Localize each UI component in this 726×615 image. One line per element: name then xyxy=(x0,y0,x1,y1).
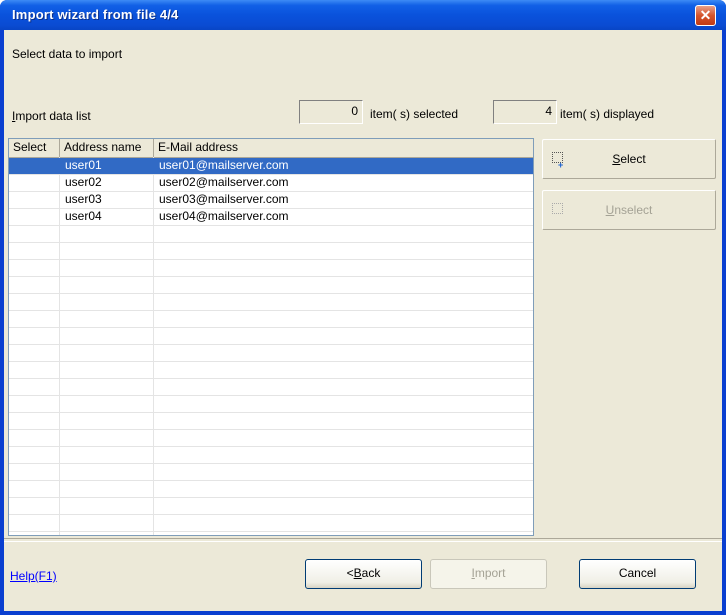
table-row xyxy=(9,379,533,396)
email-cell: user01@mailserver.com xyxy=(159,158,289,172)
column-header-address-name[interactable]: Address name xyxy=(60,139,154,157)
table-row xyxy=(9,515,533,532)
displayed-count-field: 4 xyxy=(493,100,557,124)
back-button-label: <Back xyxy=(346,566,381,580)
table-row[interactable]: user03 user03@mailserver.com xyxy=(9,192,533,209)
footer-divider xyxy=(4,538,722,542)
close-icon[interactable]: ✕ xyxy=(695,5,716,26)
table-row xyxy=(9,260,533,277)
table-row xyxy=(9,294,533,311)
table-row xyxy=(9,226,533,243)
email-cell: user03@mailserver.com xyxy=(159,192,289,206)
table-row xyxy=(9,328,533,345)
column-header-email[interactable]: E-Mail address xyxy=(154,139,533,157)
address-name-cell: user01 xyxy=(65,158,102,172)
help-link[interactable]: Help(F1) xyxy=(10,569,57,583)
window-title: Import wizard from file 4/4 xyxy=(12,7,179,22)
table-row xyxy=(9,362,533,379)
table-row xyxy=(9,430,533,447)
email-cell: user04@mailserver.com xyxy=(159,209,289,223)
address-name-cell: user02 xyxy=(65,175,102,189)
selected-count-label: item( s) selected xyxy=(370,107,459,121)
column-header-select[interactable]: Select xyxy=(9,139,60,157)
address-name-cell: user04 xyxy=(65,209,102,223)
select-button[interactable]: + Select xyxy=(542,139,716,179)
table-row[interactable]: user02 user02@mailserver.com xyxy=(9,175,533,192)
table-row[interactable]: user04 user04@mailserver.com xyxy=(9,209,533,226)
address-name-cell: user03 xyxy=(65,192,102,206)
table-row xyxy=(9,481,533,498)
import-button[interactable]: Import xyxy=(430,559,547,589)
table-row xyxy=(9,447,533,464)
instruction-text: Select data to import xyxy=(12,47,123,61)
table-row xyxy=(9,243,533,260)
table-row xyxy=(9,464,533,481)
table-header: Select Address name E-Mail address xyxy=(9,139,533,158)
displayed-count-label: item( s) displayed xyxy=(560,107,655,121)
selected-count-field: 0 xyxy=(299,100,363,124)
table-row xyxy=(9,413,533,430)
unselect-button[interactable]: Unselect xyxy=(542,190,716,230)
table-row xyxy=(9,396,533,413)
title-bar[interactable]: Import wizard from file 4/4 ✕ xyxy=(0,0,726,30)
table-row xyxy=(9,311,533,328)
email-cell: user02@mailserver.com xyxy=(159,175,289,189)
import-wizard-window: Import wizard from file 4/4 ✕ Select dat… xyxy=(0,0,726,615)
table-row xyxy=(9,498,533,515)
dialog-body: Select data to import Import data list 0… xyxy=(4,30,722,611)
table-row xyxy=(9,345,533,362)
unselect-button-label: Unselect xyxy=(605,203,653,217)
import-data-list-label: Import data list xyxy=(12,109,91,123)
import-button-label: Import xyxy=(471,566,506,580)
back-button[interactable]: <Back xyxy=(305,559,422,589)
table-row[interactable]: user01 user01@mailserver.com xyxy=(9,158,533,175)
table-row xyxy=(9,277,533,294)
cancel-button[interactable]: Cancel xyxy=(579,559,696,589)
select-button-label: Select xyxy=(612,152,646,166)
import-data-table[interactable]: Select Address name E-Mail address user0… xyxy=(8,138,534,536)
